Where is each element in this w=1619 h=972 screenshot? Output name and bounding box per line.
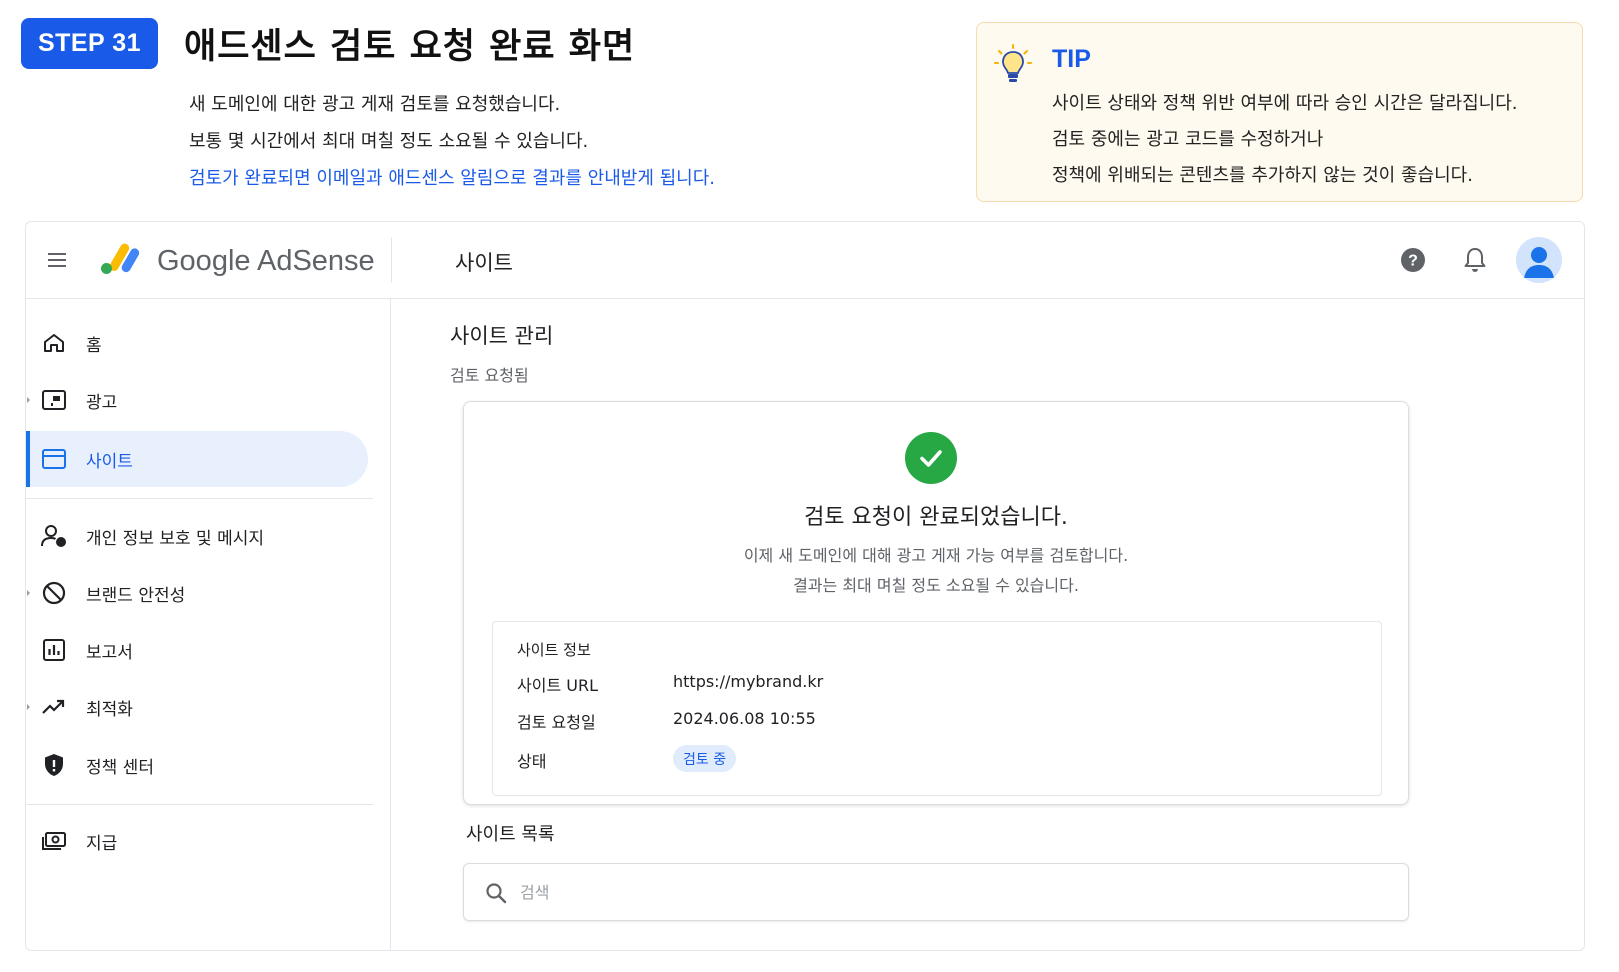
page-heading: 사이트 <box>455 251 513 275</box>
review-date-value: 2024.06.08 10:55 <box>673 709 816 728</box>
block-icon <box>40 579 68 607</box>
sidebar-item-brand-safety[interactable]: 브랜드 안전성 <box>26 565 371 621</box>
status-label: 상태 <box>517 752 547 771</box>
privacy-icon <box>40 522 68 550</box>
sidebar-item-privacy[interactable]: 개인 정보 보호 및 메시지 <box>26 508 371 564</box>
sites-icon <box>40 445 68 473</box>
review-date-label: 검토 요청일 <box>517 713 596 732</box>
sidebar-item-label: 광고 <box>86 392 118 413</box>
divider <box>26 498 373 499</box>
sidebar-item-label: 보고서 <box>86 642 133 663</box>
status-badge: 검토 중 <box>673 745 737 772</box>
expand-caret-icon <box>27 590 30 596</box>
sidebar-item-label: 사이트 <box>86 451 133 472</box>
menu-icon[interactable] <box>40 243 74 277</box>
site-url-value: https://mybrand.kr <box>673 672 824 691</box>
search-icon <box>486 883 507 904</box>
step-badge: STEP 31 <box>21 18 158 69</box>
sidebar-item-label: 최적화 <box>86 699 133 720</box>
card-title: 검토 요청이 완료되었습니다. <box>804 505 1068 530</box>
sidebar-item-payments[interactable]: 지급 <box>26 813 371 869</box>
search-input[interactable] <box>520 876 1380 908</box>
divider <box>391 237 392 283</box>
check-circle-icon <box>905 432 957 484</box>
avatar[interactable] <box>1516 237 1562 283</box>
sidebar-item-policy-center[interactable]: 정책 센터 <box>26 737 371 793</box>
sidebar-item-label: 브랜드 안전성 <box>86 585 186 606</box>
logo-text: Google AdSense <box>157 245 375 277</box>
adsense-window: Google AdSense 사이트 ? 홈 광고 사이트 개인 정보 보호 및… <box>25 221 1585 951</box>
site-info-heading: 사이트 정보 <box>517 641 591 659</box>
tip-title: TIP <box>1052 45 1091 73</box>
home-icon <box>40 329 68 357</box>
sidebar-item-reports[interactable]: 보고서 <box>26 622 371 678</box>
ads-icon <box>40 386 68 414</box>
page-subtitle: 검토 요청됨 <box>450 366 529 385</box>
divider <box>26 804 373 805</box>
description-line: 보통 몇 시간에서 최대 며칠 정도 소요될 수 있습니다. <box>189 131 589 152</box>
sidebar-item-label: 개인 정보 보호 및 메시지 <box>86 528 265 549</box>
top-app-bar: Google AdSense 사이트 ? <box>26 222 1584 299</box>
tip-box: TIP 사이트 상태와 정책 위반 여부에 따라 승인 시간은 달라집니다. 검… <box>976 22 1583 202</box>
sidebar: 홈 광고 사이트 개인 정보 보호 및 메시지 브랜드 안전성 보고서 최적화 … <box>26 299 391 950</box>
bell-icon[interactable] <box>1458 243 1492 277</box>
trending-icon <box>40 693 68 721</box>
sidebar-item-sites[interactable]: 사이트 <box>26 431 368 487</box>
reports-icon <box>40 636 68 664</box>
review-complete-card: 검토 요청이 완료되었습니다. 이제 새 도메인에 대해 광고 게재 가능 여부… <box>463 401 1409 805</box>
description-highlight: 검토가 완료되면 이메일과 애드센스 알림으로 결과를 안내받게 됩니다. <box>189 168 716 189</box>
expand-caret-icon <box>27 397 30 403</box>
sidebar-item-ads[interactable]: 광고 <box>26 372 371 428</box>
payments-icon <box>40 827 68 855</box>
help-icon[interactable]: ? <box>1396 243 1430 277</box>
expand-caret-icon <box>27 704 30 710</box>
sidebar-item-optimization[interactable]: 최적화 <box>26 679 371 735</box>
page-title: 사이트 관리 <box>450 324 554 348</box>
site-search-box[interactable] <box>463 863 1409 921</box>
description-line: 새 도메인에 대한 광고 게재 검토를 요청했습니다. <box>189 94 561 115</box>
shield-icon <box>40 751 68 779</box>
site-info-box: 사이트 정보 사이트 URL https://mybrand.kr 검토 요청일… <box>492 621 1382 796</box>
sidebar-item-label: 지급 <box>86 833 118 854</box>
lightbulb-icon <box>994 44 1032 82</box>
adsense-logo-icon <box>101 243 140 274</box>
site-url-label: 사이트 URL <box>517 676 598 695</box>
card-description: 결과는 최대 며칠 정도 소요될 수 있습니다. <box>793 576 1079 595</box>
step-title: 애드센스 검토 요청 완료 화면 <box>184 27 636 67</box>
sidebar-item-label: 홈 <box>86 335 102 356</box>
tip-line: 검토 중에는 광고 코드를 수정하거나 <box>1052 129 1324 150</box>
tip-line: 사이트 상태와 정책 위반 여부에 따라 승인 시간은 달라집니다. <box>1052 93 1518 114</box>
site-list-title: 사이트 목록 <box>466 824 555 845</box>
card-description: 이제 새 도메인에 대해 광고 게재 가능 여부를 검토합니다. <box>743 546 1129 565</box>
svg-text:?: ? <box>1408 253 1418 270</box>
sidebar-item-label: 정책 센터 <box>86 757 154 778</box>
sidebar-item-home[interactable]: 홈 <box>26 315 371 371</box>
tip-line: 정책에 위배되는 콘텐츠를 추가하지 않는 것이 좋습니다. <box>1052 165 1473 186</box>
